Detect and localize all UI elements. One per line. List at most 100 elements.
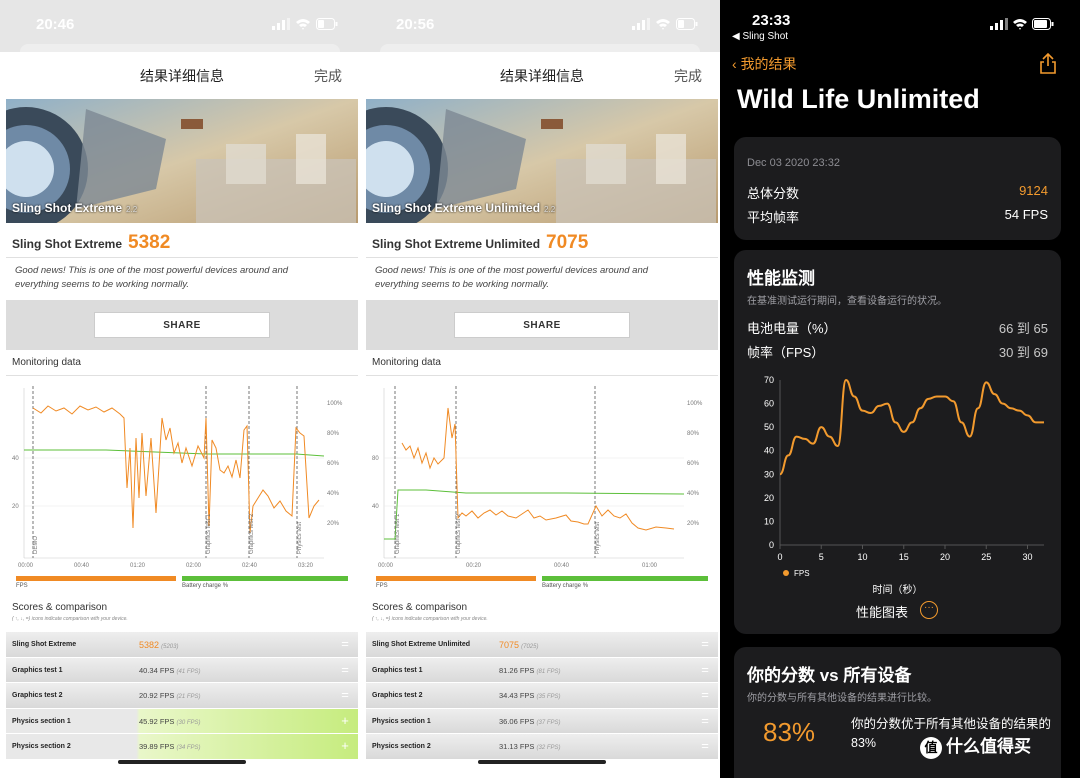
row-reference: (81 FPS) — [536, 668, 561, 675]
share-button[interactable]: SHARE — [454, 312, 630, 338]
y2-tick: 60% — [687, 461, 700, 467]
y2-tick: 60% — [327, 461, 340, 467]
row-name: Physics section 1 — [372, 717, 431, 725]
x-tick: 00:40 — [74, 563, 90, 569]
share-button[interactable]: SHARE — [94, 312, 270, 338]
comparison-subtitle: 你的分数与所有其他设备的结果进行比较。 — [747, 693, 937, 704]
x-tick: 01:00 — [642, 563, 658, 569]
equal-icon[interactable]: = — [698, 714, 712, 728]
x-tick-label: 5 — [819, 552, 824, 562]
score-label: Sling Shot Extreme — [12, 237, 123, 251]
equal-icon[interactable]: = — [698, 739, 712, 753]
table-row[interactable]: Physics section 2 31.13 FPS (32 FPS) = — [366, 734, 718, 760]
wifi-icon — [656, 19, 670, 30]
row-value: 45.92 FPS — [139, 716, 175, 726]
done-button[interactable]: 完成 — [674, 66, 702, 86]
scores-title: Scores & comparison — [12, 602, 108, 613]
plus-icon[interactable]: + — [338, 714, 352, 728]
row-value-cell: 31.13 FPS (32 FPS) — [499, 742, 699, 751]
x-tick: 03:20 — [298, 563, 314, 569]
signal-icon — [272, 18, 290, 30]
scores-title: Scores & comparison — [372, 602, 468, 613]
legend-fps-label: FPS — [16, 583, 28, 589]
benchmark-banner: Sling Shot Extreme Unlimited 2.2 — [366, 99, 718, 223]
table-row[interactable]: Graphics test 1 81.26 FPS (81 FPS) = — [366, 657, 718, 683]
score-label: Sling Shot Extreme Unlimited — [372, 237, 541, 251]
row-name: Graphics test 1 — [12, 666, 63, 674]
chart-legend: FPS Battery charge % — [376, 576, 708, 590]
y2-tick: 100% — [687, 401, 703, 407]
total-score-value: 9124 — [1019, 183, 1048, 198]
y-tick: 80 — [372, 456, 379, 462]
score-row: Sling Shot Extreme Unlimited 7075 — [372, 232, 588, 254]
y-tick: 40 — [372, 504, 379, 510]
result-sheet: 结果详细信息 完成 Sling Shot Extreme 2.2 Sling Sh… — [6, 52, 358, 778]
monitoring-title: Monitoring data — [372, 357, 441, 368]
wifi-icon — [296, 19, 310, 30]
marker-label: Graphics test 1 — [206, 513, 212, 554]
x-tick: 00:40 — [554, 563, 570, 569]
row-value: 7075 — [499, 640, 520, 650]
back-to-app-link[interactable]: ◀ Sling Shot — [732, 31, 788, 42]
done-button[interactable]: 完成 — [314, 66, 342, 86]
row-reference: (37 FPS) — [536, 719, 561, 726]
legend-battery-label: Battery charge % — [182, 583, 229, 589]
legend-fps-swatch — [376, 576, 536, 581]
total-score-label: 总体分数 — [747, 186, 800, 201]
table-row[interactable]: Sling Shot Extreme 5382 (5203) = — [6, 632, 358, 658]
y-tick-label: 0 — [769, 540, 774, 550]
table-row[interactable]: Graphics test 2 20.92 FPS (21 FPS) = — [6, 683, 358, 709]
more-icon[interactable]: ··· — [920, 601, 938, 619]
result-message: Good news! This is one of the most power… — [15, 265, 289, 290]
battery-value: 66 到 65 — [998, 321, 1048, 336]
share-area: SHARE — [366, 300, 718, 350]
monitoring-chart: 80 40 100% 80% 60% 40% 20% 00:00 00:20 0… — [372, 386, 703, 569]
equal-icon[interactable]: = — [698, 637, 712, 651]
row-value: 39.89 FPS — [139, 742, 175, 751]
row-value-cell: 45.92 FPS (30 FPS) — [139, 717, 339, 726]
row-value-cell: 40.34 FPS (41 FPS) — [139, 666, 339, 675]
fps-series-line — [779, 378, 1044, 476]
percentile-value: 83% — [763, 717, 816, 747]
scores-table: Sling Shot Extreme Unlimited 7075 (7025)… — [366, 632, 718, 760]
home-indicator — [118, 760, 246, 764]
y2-tick: 40% — [327, 491, 340, 497]
equal-icon[interactable]: = — [698, 688, 712, 702]
marker-label: Graphics test 2 — [456, 513, 462, 554]
middle-screenshot: 20:56 结果详细信息 完成 Sling Shot Extreme Unlim… — [360, 0, 720, 778]
table-row[interactable]: Graphics test 2 34.43 FPS (35 FPS) = — [366, 683, 718, 709]
banner-title-text: Sling Shot Extreme Unlimited — [372, 201, 541, 215]
watermark-text: 什么值得买 — [946, 737, 1031, 756]
equal-icon[interactable]: = — [338, 688, 352, 702]
watermark: 值什么值得买 — [920, 732, 1031, 759]
x-tick-label: 30 — [1022, 552, 1032, 562]
share-icon[interactable] — [1038, 52, 1058, 74]
divider — [366, 375, 718, 376]
table-row[interactable]: Sling Shot Extreme Unlimited 7075 (7025)… — [366, 632, 718, 658]
x-tick: 02:00 — [186, 563, 202, 569]
row-name: Physics section 2 — [12, 743, 71, 750]
table-row[interactable]: Graphics test 1 40.34 FPS (41 FPS) = — [6, 657, 358, 683]
equal-icon[interactable]: = — [338, 663, 352, 677]
plus-icon[interactable]: + — [338, 739, 352, 753]
row-name: Graphics test 2 — [372, 692, 423, 699]
equal-icon[interactable]: = — [338, 637, 352, 651]
table-row[interactable]: Physics section 1 36.06 FPS (37 FPS) = — [366, 708, 718, 734]
y-tick: 20 — [12, 504, 19, 510]
performance-chart-link[interactable]: 性能图表 — [856, 602, 908, 621]
table-row[interactable]: Physics section 1 45.92 FPS (30 FPS) + — [6, 708, 358, 734]
table-row[interactable]: Physics section 2 39.89 FPS (34 FPS) + — [6, 734, 358, 760]
y-tick-label: 20 — [764, 493, 774, 503]
battery-row: 电池电量（%） 66 到 65 — [747, 318, 1048, 337]
equal-icon[interactable]: = — [698, 663, 712, 677]
signal-icon — [990, 18, 1008, 30]
divider — [6, 257, 358, 258]
back-button[interactable]: ‹ 我的结果 — [732, 54, 797, 74]
row-value-cell: 39.89 FPS (34 FPS) — [139, 742, 339, 751]
row-value: 81.26 FPS — [499, 665, 535, 675]
fps-range-value: 30 到 69 — [998, 345, 1048, 360]
banner-version: 2.2 — [544, 205, 556, 214]
marker-label: Graphics test 1 — [395, 513, 401, 554]
avg-fps-row: 平均帧率 54 FPS — [747, 207, 1048, 226]
y-tick-label: 70 — [764, 375, 774, 385]
